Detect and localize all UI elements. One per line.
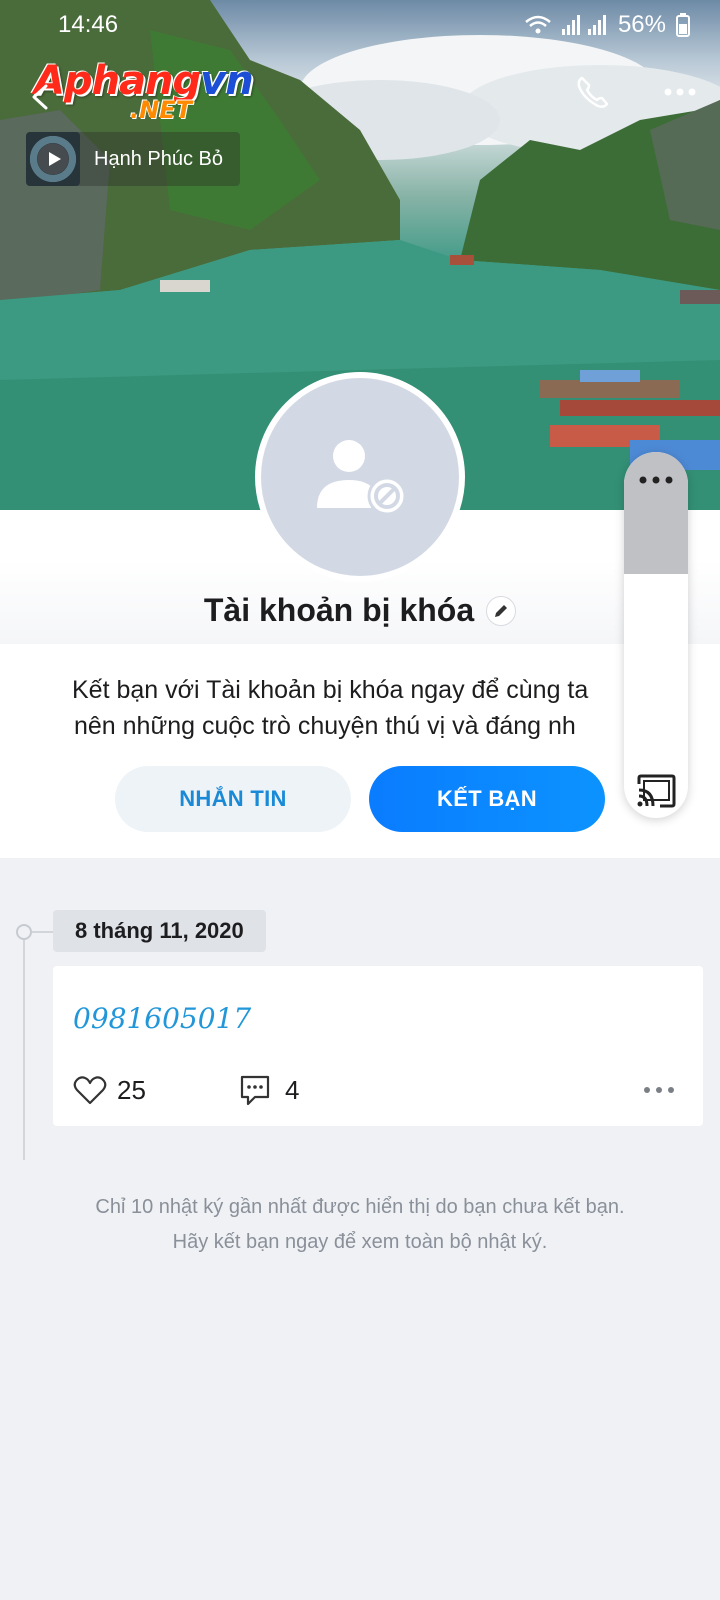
timeline-date: 8 tháng 11, 2020: [53, 910, 266, 952]
timeline-line: [23, 932, 25, 1160]
watermark-logo: Aphangvn .NET: [34, 58, 254, 128]
profile-name-row: Tài khoản bị khóa: [0, 592, 720, 629]
timeline-connector: [32, 931, 54, 933]
heart-icon[interactable]: [73, 1075, 107, 1105]
message-button[interactable]: NHẮN TIN: [115, 766, 351, 832]
friend-intro-text: Kết bạn với Tài khoản bị khóa ngay để cù…: [0, 672, 720, 744]
call-icon[interactable]: [574, 74, 612, 112]
status-icons: 56%: [524, 11, 690, 39]
edit-icon[interactable]: [486, 595, 517, 626]
back-icon[interactable]: [30, 84, 52, 110]
avatar[interactable]: [255, 372, 465, 582]
wifi-icon: [525, 15, 551, 34]
intro-line-2: nên những cuộc trò chuyện thú vị và đáng…: [74, 712, 576, 740]
music-thumbnail[interactable]: [26, 132, 80, 186]
blocked-user-icon: [317, 440, 407, 516]
comment-count: 4: [285, 1074, 300, 1105]
post-actions: 25 4: [73, 1072, 687, 1108]
more-icon[interactable]: [662, 84, 698, 100]
battery-percent: 56%: [617, 11, 666, 38]
floating-toolbar-handle[interactable]: [624, 452, 688, 574]
floating-toolbar[interactable]: [624, 452, 688, 818]
intro-line-1: Kết bạn với Tài khoản bị khóa ngay để cù…: [72, 676, 589, 704]
post-card[interactable]: 0981605017 25 4: [53, 966, 703, 1126]
battery-icon: [676, 13, 690, 37]
footer-line-1: Chỉ 10 nhật ký gần nhất được hiển thị do…: [95, 1196, 625, 1218]
signal-icon: [561, 15, 606, 35]
toolbar-more-icon[interactable]: [638, 474, 674, 486]
profile-music[interactable]: Hạnh Phúc Bỏ: [26, 132, 240, 186]
play-icon[interactable]: [36, 142, 70, 176]
logo-main-part-2: vn: [200, 58, 254, 104]
status-time: 14:46: [58, 11, 119, 38]
music-title: Hạnh Phúc Bỏ: [94, 147, 223, 170]
timeline-dot: [16, 924, 32, 940]
add-friend-button[interactable]: KẾT BẠN: [369, 766, 605, 832]
logo-sub: .NET: [130, 96, 192, 124]
comment-icon[interactable]: [239, 1074, 271, 1106]
footer-line-2: Hãy kết bạn ngay để xem toàn bộ nhật ký.: [172, 1231, 548, 1253]
post-text[interactable]: 0981605017: [73, 1002, 251, 1035]
status-bar: 14:46 56%: [0, 0, 720, 50]
cast-icon[interactable]: [636, 774, 676, 808]
profile-name: Tài khoản bị khóa: [203, 592, 475, 628]
post-more-icon[interactable]: [643, 1085, 675, 1095]
like-count: 25: [117, 1074, 146, 1105]
timeline-footer-note: Chỉ 10 nhật ký gần nhất được hiển thị do…: [0, 1190, 720, 1260]
